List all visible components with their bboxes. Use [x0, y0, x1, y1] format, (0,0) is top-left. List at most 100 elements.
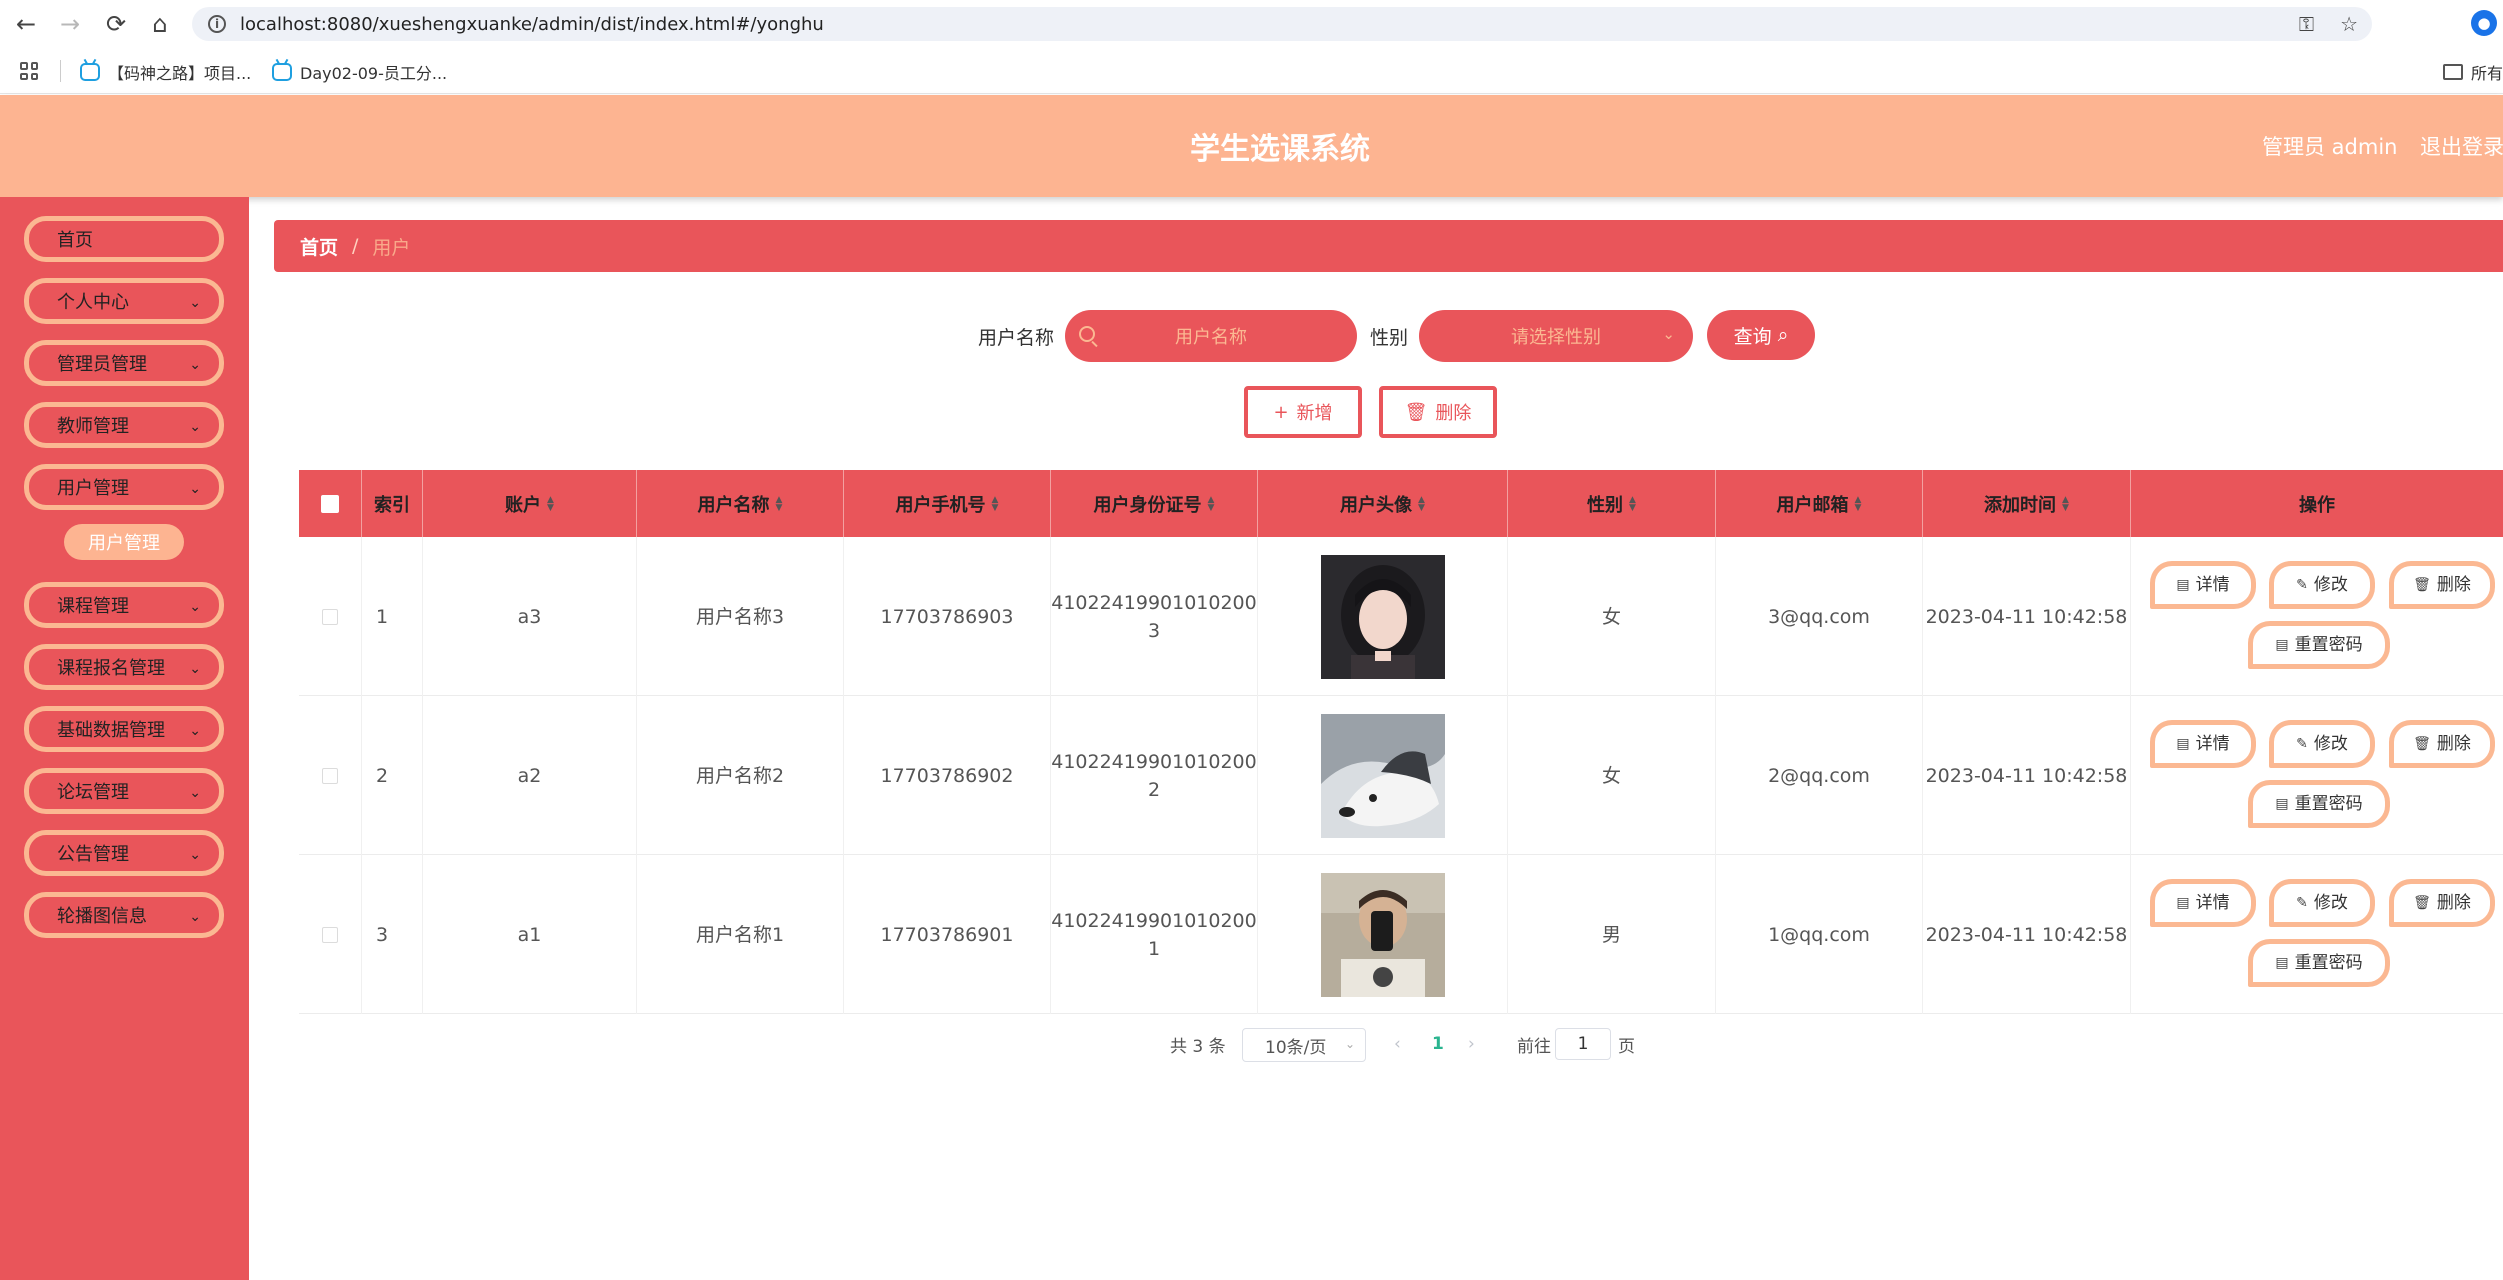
apps-grid-icon[interactable] [20, 62, 38, 80]
sidebar-item-enrollments[interactable]: 课程报名管理 ⌄ [24, 644, 224, 690]
page-size-value: 10条/页 [1265, 1037, 1327, 1058]
column-header-phone[interactable]: 用户手机号 ▲ ▼ [844, 470, 1051, 537]
password-key-icon[interactable]: ⚿ [2299, 12, 2314, 36]
site-info-icon[interactable]: i [208, 15, 226, 33]
sidebar-item-courses[interactable]: 课程管理 ⌄ [24, 582, 224, 628]
sidebar-item-users[interactable]: 用户管理 ⌄ [24, 464, 224, 510]
cell-email: 2@qq.com [1716, 696, 1923, 855]
bookmark-divider [60, 60, 61, 82]
back-icon[interactable]: ← [6, 4, 46, 44]
sort-icon[interactable]: ▲ ▼ [1629, 495, 1636, 512]
table-row: 1 a3 用户名称3 17703786903 41022419901010200… [299, 537, 2503, 696]
submenu-item-user-management[interactable]: 用户管理 [64, 524, 184, 560]
user-avatar-image[interactable] [1320, 872, 1445, 997]
bookmark-2[interactable]: Day02-09-员工分... [272, 60, 447, 84]
row-checkbox[interactable] [322, 767, 338, 784]
browser-toolbar: ← → ⟳ ⌂ i localhost:8080/xueshengxuanke/… [0, 0, 2503, 48]
page-size-select[interactable]: 10条/页 ⌄ [1242, 1028, 1366, 1062]
sort-icon[interactable]: ▲ ▼ [776, 495, 783, 512]
select-all-checkbox[interactable] [321, 494, 339, 513]
goto-page-input[interactable]: 1 [1555, 1028, 1611, 1060]
edit-button-label: 修改 [2313, 734, 2348, 754]
row-select-cell [299, 855, 362, 1014]
cell-id-card: 41022419901010200 3 [1051, 537, 1258, 696]
sort-icon[interactable]: ▲ ▼ [1418, 495, 1425, 512]
sort-icon[interactable]: ▲ ▼ [1855, 495, 1862, 512]
sidebar-item-forum[interactable]: 论坛管理 ⌄ [24, 768, 224, 814]
sidebar: 首页 个人中心 ⌄ 管理员管理 ⌄ 教师管理 ⌄ 用户管理 ⌄ 用户管理 课程管… [0, 197, 249, 1280]
sidebar-item-label: 教师管理 [57, 416, 129, 437]
next-page-icon[interactable]: › [1468, 1026, 1475, 1062]
document-icon: ▤ [2275, 796, 2289, 812]
sidebar-item-profile[interactable]: 个人中心 ⌄ [24, 278, 224, 324]
cell-avatar [1258, 696, 1508, 855]
page-number-current[interactable]: 1 [1432, 1026, 1444, 1062]
column-header-name[interactable]: 用户名称 ▲ ▼ [637, 470, 844, 537]
profile-icon[interactable]: ● [2471, 10, 2497, 36]
all-bookmarks-folder[interactable]: 所有 [2442, 60, 2503, 84]
column-header-created[interactable]: 添加时间 ▲ ▼ [1923, 470, 2131, 537]
logout-link[interactable]: 退出登录 [2420, 95, 2503, 197]
cell-phone: 17703786902 [844, 696, 1051, 855]
search-name-input[interactable]: 用户名称 [1065, 310, 1357, 362]
delete-button-label: 删除 [2436, 893, 2471, 913]
cell-name: 用户名称2 [637, 696, 844, 855]
reset-password-button[interactable]: ▤ 重置密码 [2248, 939, 2390, 987]
sidebar-item-notices[interactable]: 公告管理 ⌄ [24, 830, 224, 876]
gender-select[interactable]: 请选择性别 ⌄ [1419, 310, 1693, 362]
column-header-account[interactable]: 账户 ▲ ▼ [423, 470, 637, 537]
column-header-gender[interactable]: 性别 ▲ ▼ [1508, 470, 1716, 537]
query-button[interactable]: 查询 ⌕ [1707, 310, 1815, 360]
home-icon[interactable]: ⌂ [140, 4, 180, 44]
reset-password-button[interactable]: ▤ 重置密码 [2248, 621, 2390, 669]
add-button[interactable]: + 新增 [1244, 386, 1362, 438]
column-header-email[interactable]: 用户邮箱 ▲ ▼ [1716, 470, 1923, 537]
goto-label: 前往 [1517, 1036, 1551, 1057]
delete-button[interactable]: 🗑 删除 [2389, 561, 2495, 609]
sidebar-item-label: 用户管理 [57, 478, 129, 499]
chevron-down-icon: ⌄ [1662, 325, 1675, 343]
bookmark-1[interactable]: 【码神之路】项目... [80, 60, 251, 84]
sort-icon[interactable]: ▲ ▼ [547, 495, 554, 512]
cell-index: 3 [362, 855, 423, 1014]
chevron-down-icon: ⌄ [189, 419, 201, 435]
sidebar-item-home[interactable]: 首页 [24, 216, 224, 262]
column-header-avatar[interactable]: 用户头像 ▲ ▼ [1258, 470, 1508, 537]
sort-icon[interactable]: ▲ ▼ [2062, 495, 2069, 512]
sort-icon[interactable]: ▲ ▼ [1208, 495, 1215, 512]
id-card-line: 41022419901010200 [1051, 591, 1257, 614]
reload-icon[interactable]: ⟳ [96, 4, 136, 44]
reset-password-button[interactable]: ▤ 重置密码 [2248, 780, 2390, 828]
breadcrumb-home[interactable]: 首页 [300, 233, 338, 260]
id-card-line: 1 [1147, 937, 1161, 960]
sort-icon[interactable]: ▲ ▼ [992, 495, 999, 512]
sidebar-item-carousel[interactable]: 轮播图信息 ⌄ [24, 892, 224, 938]
edit-button[interactable]: ✎ 修改 [2269, 879, 2375, 927]
sidebar-item-teachers[interactable]: 教师管理 ⌄ [24, 402, 224, 448]
edit-button[interactable]: ✎ 修改 [2269, 561, 2375, 609]
row-checkbox[interactable] [322, 608, 338, 625]
sidebar-item-admins[interactable]: 管理员管理 ⌄ [24, 340, 224, 386]
prev-page-icon[interactable]: ‹ [1394, 1026, 1401, 1062]
detail-button[interactable]: ▤ 详情 [2150, 720, 2256, 768]
row-checkbox[interactable] [322, 926, 338, 943]
sidebar-item-base-data[interactable]: 基础数据管理 ⌄ [24, 706, 224, 752]
address-bar[interactable]: i localhost:8080/xueshengxuanke/admin/di… [192, 7, 2372, 41]
search-name-placeholder: 用户名称 [1175, 327, 1247, 348]
delete-button[interactable]: 🗑 删除 [2389, 720, 2495, 768]
bookmark-star-icon[interactable]: ☆ [2340, 12, 2358, 36]
user-avatar-image[interactable] [1320, 554, 1445, 679]
cell-gender: 女 [1508, 537, 1716, 696]
cell-id-card: 41022419901010200 1 [1051, 855, 1258, 1014]
chevron-up-icon: ⌄ [189, 481, 201, 497]
delete-button[interactable]: 🗑 删除 [2389, 879, 2495, 927]
column-header-id-card[interactable]: 用户身份证号 ▲ ▼ [1051, 470, 1258, 537]
edit-button[interactable]: ✎ 修改 [2269, 720, 2375, 768]
user-avatar-image[interactable] [1320, 713, 1445, 838]
table-row: 3 a1 用户名称1 17703786901 41022419901010200… [299, 855, 2503, 1014]
forward-icon[interactable]: → [50, 4, 90, 44]
detail-button[interactable]: ▤ 详情 [2150, 879, 2256, 927]
detail-button[interactable]: ▤ 详情 [2150, 561, 2256, 609]
batch-delete-button[interactable]: 🗑 删除 [1379, 386, 1497, 438]
chevron-down-icon: ⌄ [1344, 1037, 1355, 1051]
